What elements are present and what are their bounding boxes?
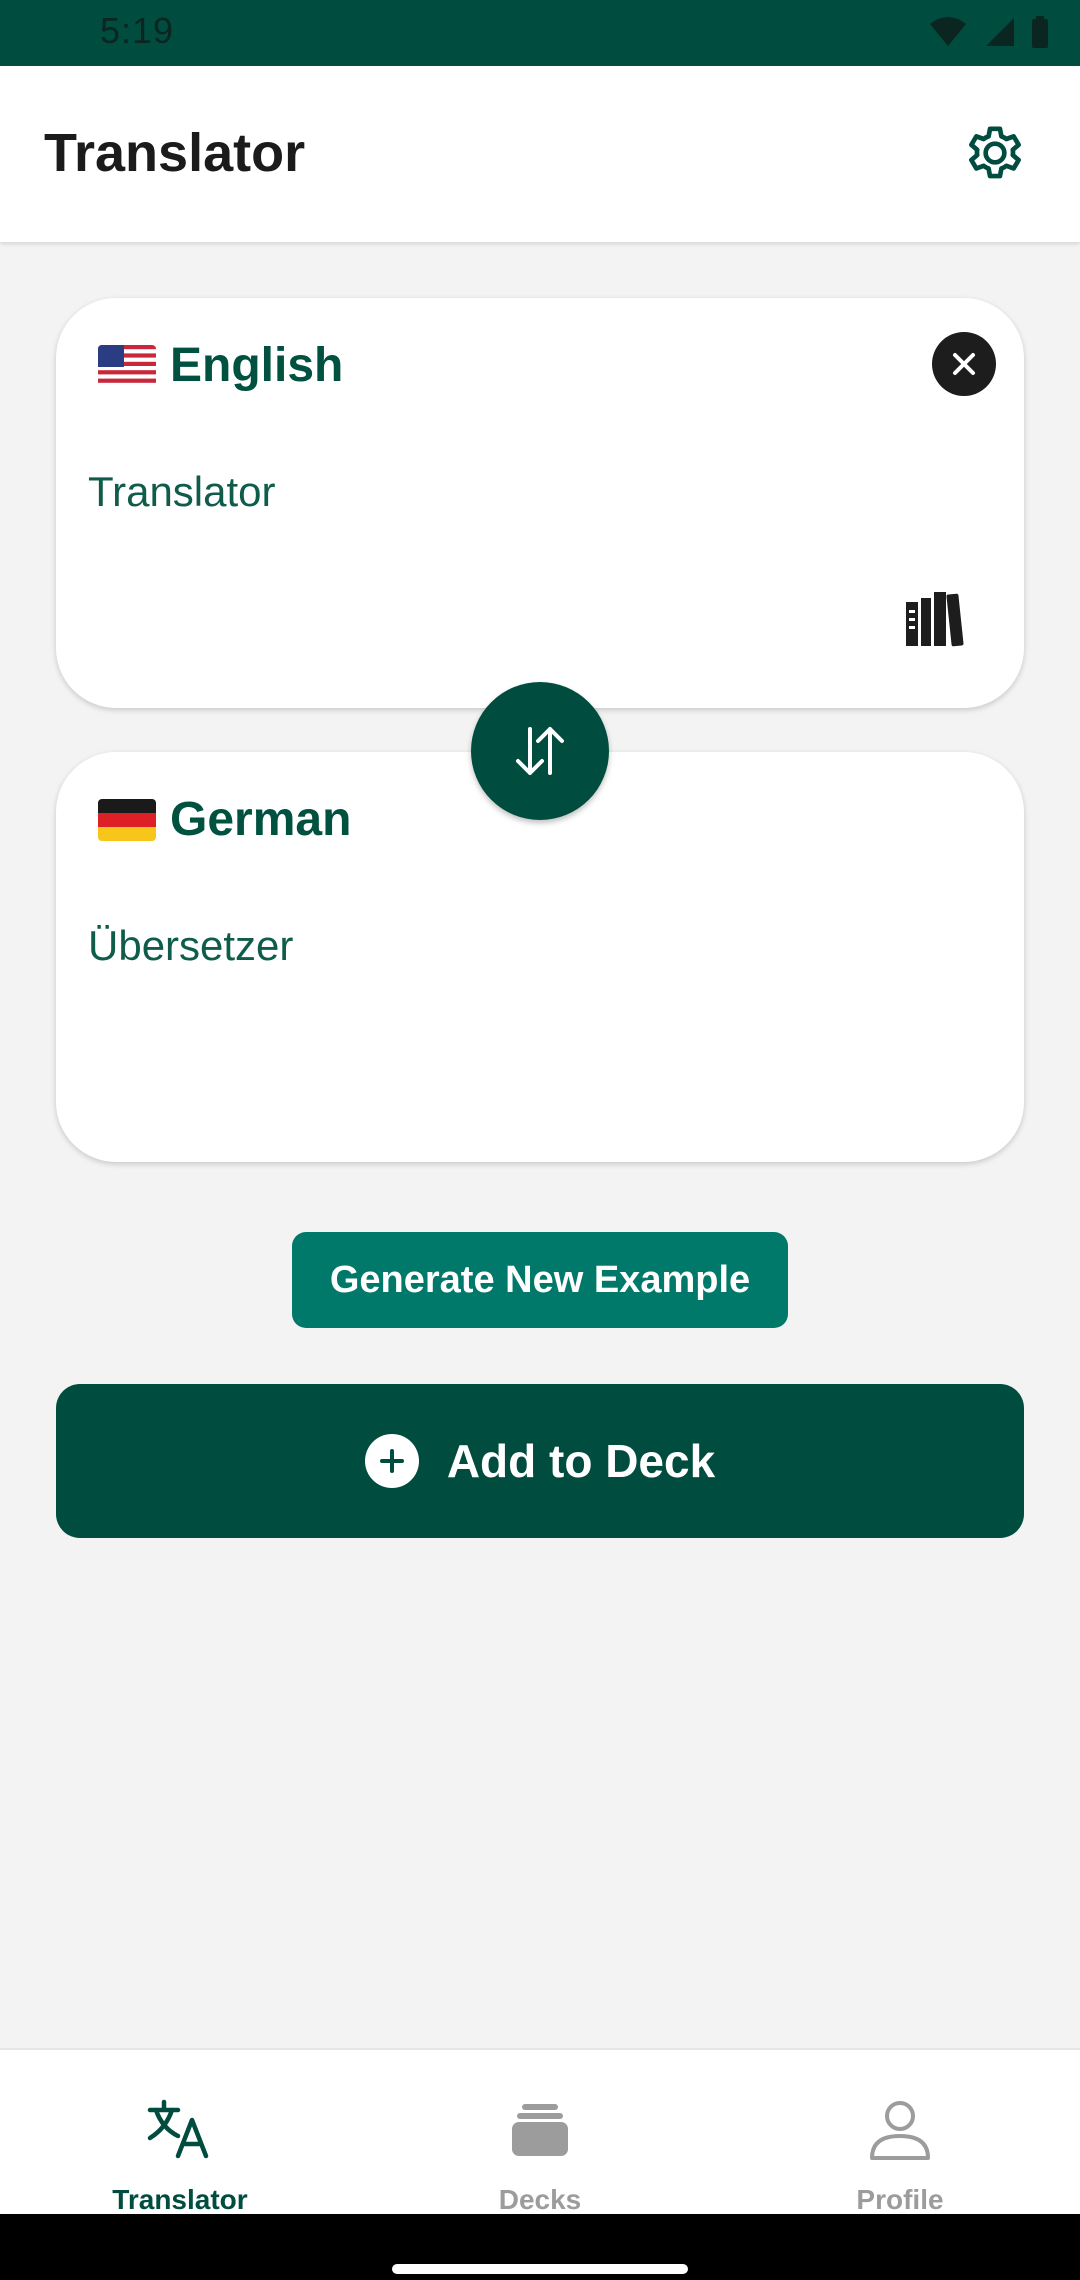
- status-time: 5:19: [100, 10, 175, 51]
- bottom-navigation: Translator Decks Profile: [0, 2048, 1080, 2216]
- signal-icon: [986, 18, 1014, 46]
- library-button[interactable]: [904, 588, 968, 648]
- swap-vertical-icon: [516, 727, 564, 775]
- settings-button[interactable]: [960, 118, 1030, 188]
- nav-item-decks[interactable]: Decks: [360, 2050, 720, 2216]
- generate-example-button[interactable]: Generate New Example: [292, 1232, 788, 1328]
- wifi-icon: [930, 17, 966, 46]
- us-flag-icon: [98, 344, 156, 387]
- clear-button[interactable]: [932, 332, 996, 396]
- source-text-input[interactable]: Translator: [88, 468, 276, 516]
- target-language-selector[interactable]: German: [98, 792, 351, 847]
- status-icons: [928, 14, 1050, 50]
- translate-icon: [147, 2099, 209, 2159]
- translation-text: Übersetzer: [88, 922, 294, 969]
- source-language-card[interactable]: English Translator: [56, 298, 1024, 708]
- battery-icon: [1032, 16, 1048, 48]
- decks-icon: [512, 2104, 568, 2156]
- person-icon: [870, 2101, 930, 2160]
- close-icon: [953, 353, 975, 375]
- library-icon: [906, 592, 964, 647]
- nav-label-decks: Decks: [498, 2184, 582, 2215]
- add-to-deck-button[interactable]: Add to Deck: [56, 1384, 1024, 1538]
- nav-label-profile: Profile: [856, 2184, 944, 2215]
- status-bar: 5:19: [0, 0, 1080, 66]
- nav-item-translator[interactable]: Translator: [0, 2050, 360, 2216]
- nav-item-profile[interactable]: Profile: [720, 2050, 1080, 2216]
- nav-label-translator: Translator: [112, 2184, 248, 2215]
- gesture-handle[interactable]: [392, 2264, 688, 2274]
- add-to-deck-label: Add to Deck: [446, 1435, 716, 1487]
- target-language-name: German: [170, 793, 352, 846]
- swap-languages-button[interactable]: [471, 682, 609, 820]
- de-flag-icon: [98, 798, 156, 841]
- gear-icon: [969, 126, 1021, 179]
- source-language-selector[interactable]: English: [98, 338, 343, 393]
- page-title: Translator: [44, 123, 306, 183]
- source-language-name: English: [170, 339, 344, 392]
- plus-icon: [364, 1434, 419, 1488]
- app-bar: Translator: [0, 66, 1080, 242]
